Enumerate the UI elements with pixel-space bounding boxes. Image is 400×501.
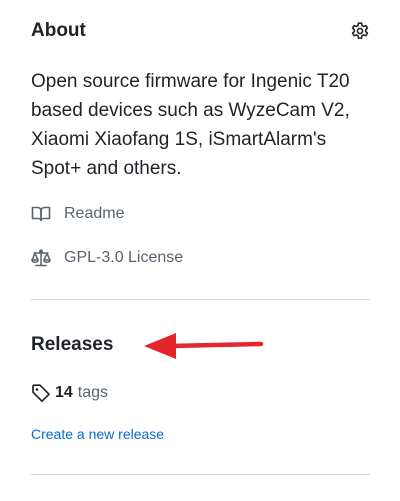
create-release-link[interactable]: Create a new release — [31, 425, 164, 443]
readme-label: Readme — [64, 205, 125, 222]
tags-label: tags — [77, 384, 109, 401]
readme-link[interactable]: Readme — [31, 203, 124, 225]
book-icon — [31, 204, 51, 224]
repo-description: Open source firmware for Ingenic T20 bas… — [31, 71, 350, 179]
law-icon — [31, 248, 51, 268]
about-header: About — [31, 19, 370, 45]
tags-count: 14 — [55, 384, 73, 401]
license-label: GPL-3.0 License — [64, 249, 184, 266]
tags-link[interactable]: 14 tags — [31, 382, 108, 404]
license-link[interactable]: GPL-3.0 License — [31, 247, 183, 269]
annotation-arrow-icon — [144, 333, 264, 359]
gear-icon[interactable] — [349, 20, 371, 42]
section-divider — [31, 299, 370, 300]
repository-sidebar: About Open source firmware for Ingenic T… — [31, 0, 370, 501]
section-divider — [31, 474, 370, 475]
about-title: About — [31, 20, 86, 41]
releases-title[interactable]: Releases — [31, 333, 113, 357]
tag-icon — [31, 383, 51, 403]
